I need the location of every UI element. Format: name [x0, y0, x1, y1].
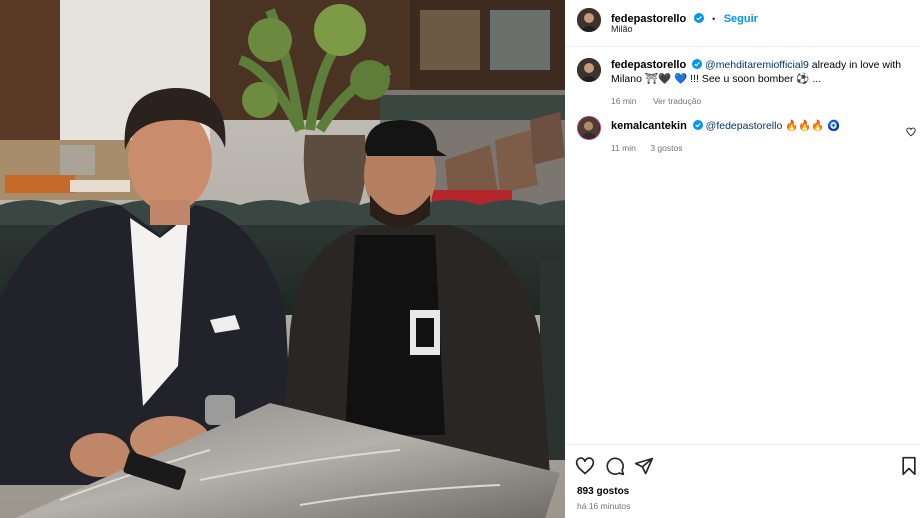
action-bar	[565, 444, 920, 484]
verified-badge-icon	[692, 120, 703, 130]
post-location[interactable]: Milão	[611, 24, 633, 34]
post-photo[interactable]	[0, 0, 565, 518]
caption-avatar[interactable]	[577, 58, 601, 82]
caption-time[interactable]: 16 min	[611, 96, 637, 106]
paper-plane-icon[interactable]	[634, 456, 654, 476]
verified-badge-icon	[693, 10, 704, 23]
caption-block: fedepastorello @mehditaremiofficial9 alr…	[565, 54, 920, 106]
caption-text: fedepastorello @mehditaremiofficial9 alr…	[611, 58, 911, 86]
caption-text-1: already in love with	[811, 59, 902, 71]
follow-button[interactable]: Seguir	[724, 13, 758, 25]
post-photo-image	[0, 0, 565, 518]
commenter-avatar[interactable]	[577, 116, 601, 140]
heart-icon[interactable]	[575, 456, 595, 476]
translate-link[interactable]: Ver tradução	[653, 96, 701, 106]
comment-icon[interactable]	[605, 456, 625, 476]
post-header: fedepastorello • Seguir Milão	[565, 0, 920, 40]
caption-text-2: Milano	[611, 73, 642, 85]
header-divider	[565, 46, 920, 47]
post-side-panel: fedepastorello • Seguir Milão fedepastor…	[565, 0, 920, 518]
verified-badge-icon	[692, 59, 703, 69]
commenter-username[interactable]: kemalcantekin	[611, 120, 687, 132]
header-separator: •	[712, 14, 716, 24]
comment-item: kemalcantekin @fedepastorello 🔥🔥🔥 🧿 11 m…	[565, 114, 920, 154]
caption-emojis: ⛩🖤 💙 !!! See u soon bomber ⚽ ...	[644, 73, 822, 85]
caption-mention[interactable]: @mehditaremiofficial9	[705, 59, 809, 71]
comment-mention[interactable]: @fedepastorello	[706, 120, 783, 132]
comment-text: kemalcantekin @fedepastorello 🔥🔥🔥 🧿	[611, 119, 840, 133]
comment-time[interactable]: 11 min	[611, 143, 636, 153]
comment-emojis: 🔥🔥🔥 🧿	[785, 120, 841, 132]
author-avatar[interactable]	[577, 8, 601, 32]
caption-username[interactable]: fedepastorello	[611, 59, 686, 71]
small-heart-icon[interactable]	[906, 124, 916, 137]
comment-likes[interactable]: 3 gostos	[650, 143, 682, 153]
bookmark-icon[interactable]	[899, 456, 919, 476]
post-timestamp[interactable]: há 16 minutos	[577, 501, 630, 511]
likes-count[interactable]: 893 gostos	[577, 486, 629, 497]
